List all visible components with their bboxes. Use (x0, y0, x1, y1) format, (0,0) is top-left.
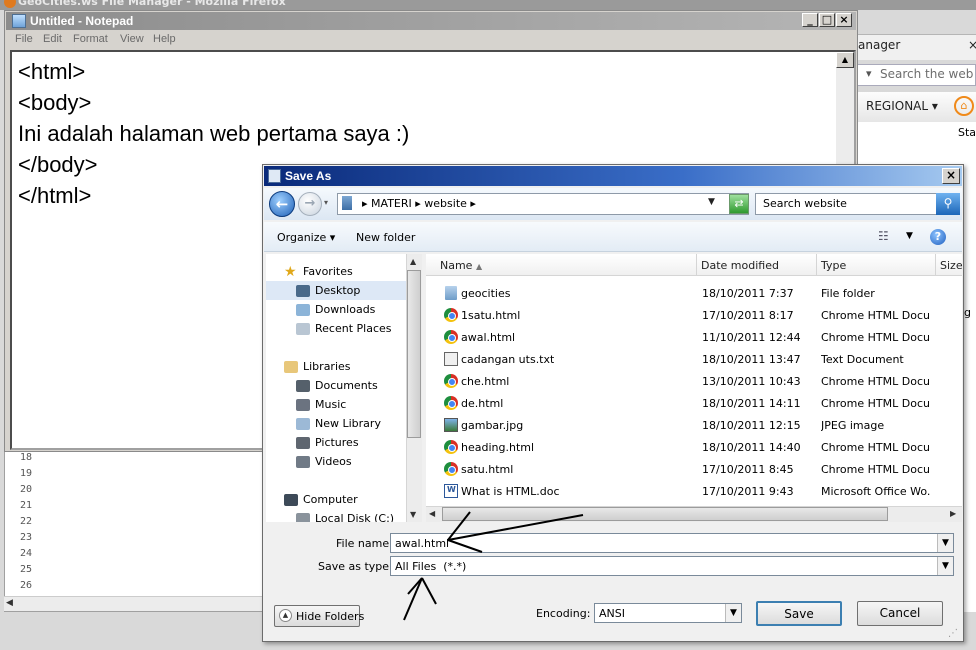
arrow-to-file-name (447, 511, 584, 553)
arrow-to-save-type (403, 577, 437, 621)
annotation-arrows (403, 511, 584, 621)
